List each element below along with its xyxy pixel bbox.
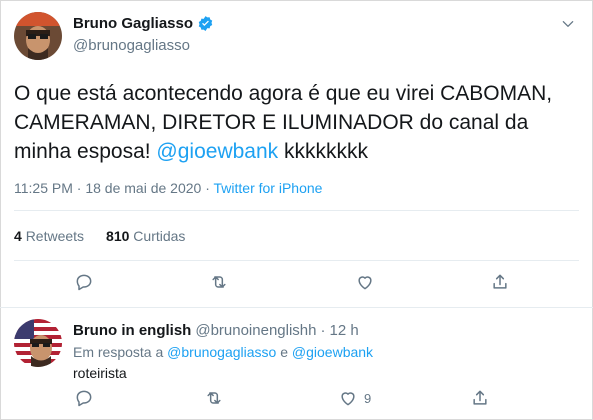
reply-author-display-name[interactable]: Bruno in english xyxy=(73,322,191,339)
reply-separator: · xyxy=(320,322,326,339)
share-icon xyxy=(493,274,507,289)
reply-author-handle[interactable]: @brunoinenglishh xyxy=(195,322,316,339)
tweet-actions xyxy=(0,272,593,296)
reply-icon xyxy=(76,390,92,407)
reply-icon xyxy=(76,274,92,291)
reply-button[interactable] xyxy=(74,272,94,292)
retweet-button[interactable] xyxy=(209,272,229,292)
profile-photo-icon xyxy=(14,12,62,60)
like-icon xyxy=(358,276,372,290)
profile-photo-us-flag-icon xyxy=(14,319,62,367)
like-button[interactable] xyxy=(355,272,375,292)
reply-author-row: Bruno in english @brunoinenglishh · 12 h xyxy=(73,322,359,339)
retweets-count: 4 xyxy=(14,228,22,244)
share-icon xyxy=(473,390,487,405)
like-icon xyxy=(341,392,355,406)
replying-joiner: e xyxy=(280,344,289,360)
reply-like-button[interactable]: 9 xyxy=(338,388,371,408)
author-handle[interactable]: @brunogagliasso xyxy=(73,37,190,54)
tweet-text-after: kkkkkkkk xyxy=(278,140,368,163)
likes-stat[interactable]: 810 Curtidas xyxy=(106,228,185,244)
reply-text: roteirista xyxy=(73,365,127,381)
replying-mention-2[interactable]: @gioewbank xyxy=(292,344,373,360)
retweet-icon xyxy=(212,276,226,288)
divider xyxy=(0,307,593,308)
author-display-name[interactable]: Bruno Gagliasso xyxy=(73,15,193,32)
reply-share-button[interactable] xyxy=(470,388,490,408)
reply-actions: 9 xyxy=(0,388,593,412)
chevron-down-icon[interactable] xyxy=(561,17,575,31)
divider xyxy=(14,210,579,211)
replying-mention-1[interactable]: @brunogagliasso xyxy=(167,344,276,360)
tweet-mention-link[interactable]: @gioewbank xyxy=(156,140,278,163)
reply-retweet-button[interactable] xyxy=(204,388,224,408)
tweet-timestamp[interactable]: 11:25 PM · 18 de mai de 2020 · xyxy=(14,180,214,196)
divider xyxy=(14,260,579,261)
retweets-label: Retweets xyxy=(25,228,85,244)
main-tweet: Bruno Gagliasso @brunogagliasso O que es… xyxy=(0,0,593,303)
tweet-meta: 11:25 PM · 18 de mai de 2020 · Twitter f… xyxy=(14,180,322,196)
verified-badge-icon xyxy=(198,16,213,31)
reply-author-avatar[interactable] xyxy=(14,319,62,367)
tweet-text: O que está acontecendo agora é que eu vi… xyxy=(14,79,584,166)
replying-to-line: Em resposta a @brunogagliasso e @gioewba… xyxy=(73,344,373,360)
share-button[interactable] xyxy=(490,272,510,292)
retweets-stat[interactable]: 4 Retweets xyxy=(14,228,84,244)
likes-label: Curtidas xyxy=(133,228,186,244)
retweet-icon xyxy=(207,392,221,404)
author-avatar[interactable] xyxy=(14,12,62,60)
tweet-stats: 4 Retweets 810 Curtidas xyxy=(14,228,185,244)
reply-timestamp[interactable]: 12 h xyxy=(330,322,359,339)
replying-prefix: Em resposta a xyxy=(73,344,164,360)
reply-like-count: 9 xyxy=(364,390,372,406)
likes-count: 810 xyxy=(106,228,130,244)
tweet-source-link[interactable]: Twitter for iPhone xyxy=(214,180,323,196)
reply-reply-button[interactable] xyxy=(74,388,94,408)
author-name-row: Bruno Gagliasso xyxy=(73,15,214,32)
